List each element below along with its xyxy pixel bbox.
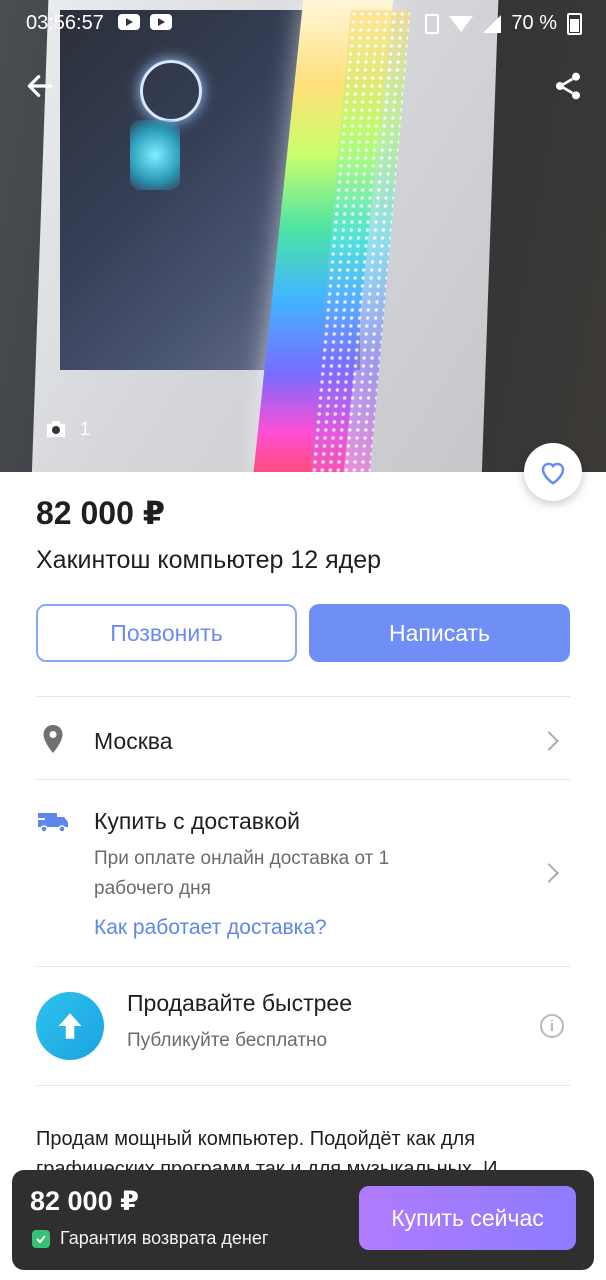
- wifi-icon: [449, 15, 474, 32]
- listing-title: Хакинтош компьютер 12 ядер: [36, 546, 382, 574]
- call-button[interactable]: Позвонить: [36, 604, 297, 662]
- delivery-title: Купить с доставкой: [94, 808, 300, 834]
- youtube-notification-icon: [150, 14, 172, 30]
- chevron-right-icon[interactable]: [539, 863, 559, 883]
- delivery-description: При оплате онлайн доставка от 1 рабочего…: [94, 848, 390, 899]
- location-row[interactable]: Москва: [36, 708, 570, 772]
- camera-icon: [47, 421, 65, 437]
- back-button[interactable]: [24, 70, 56, 102]
- divider: [36, 696, 570, 697]
- arrow-up-icon: [58, 1013, 82, 1039]
- promo-subtitle: Публикуйте бесплатно: [127, 1030, 328, 1051]
- bottom-purchase-bar: 82 000 ₽ Гарантия возврата денег Купить …: [12, 1170, 594, 1270]
- chevron-right-icon: [539, 731, 559, 751]
- listing-photo[interactable]: [0, 0, 606, 472]
- divider: [36, 966, 570, 967]
- heart-icon: [541, 462, 565, 485]
- buy-now-button[interactable]: Купить сейчас: [359, 1186, 576, 1250]
- write-button[interactable]: Написать: [309, 604, 570, 662]
- favorite-button[interactable]: [524, 443, 582, 501]
- vibrate-icon: [425, 13, 440, 34]
- shield-check-icon: [32, 1229, 50, 1248]
- promo-title[interactable]: Продавайте быстрее: [127, 990, 352, 1017]
- photo-count: 1: [80, 418, 91, 439]
- promo-badge: [36, 992, 104, 1060]
- signal-icon: [483, 14, 502, 33]
- map-pin-icon: [43, 725, 63, 753]
- truck-icon: [36, 813, 68, 833]
- info-icon[interactable]: i: [540, 1014, 564, 1038]
- bottom-price: 82 000 ₽: [30, 1186, 139, 1216]
- location-city: Москва: [94, 728, 173, 754]
- pc-fan-ring: [140, 60, 202, 122]
- status-bar: 03:56:57 70 %: [0, 0, 606, 46]
- divider: [36, 1085, 570, 1086]
- arrow-left-icon: [27, 75, 53, 97]
- battery-icon: [567, 12, 582, 35]
- status-time: 03:56:57: [26, 12, 104, 34]
- status-indicators: 70 %: [425, 12, 582, 35]
- pc-cooler-glow: [130, 120, 180, 190]
- delivery-info-link[interactable]: Как работает доставка?: [94, 916, 327, 940]
- photo-counter: 1: [44, 418, 90, 440]
- guarantee-text: Гарантия возврата денег: [60, 1228, 269, 1248]
- youtube-notification-icon: [118, 14, 140, 30]
- share-icon: [556, 72, 580, 100]
- guarantee-label: Гарантия возврата денег: [32, 1228, 268, 1249]
- share-button[interactable]: [552, 70, 584, 102]
- divider: [36, 779, 570, 780]
- listing-price: 82 000 ₽: [36, 495, 166, 531]
- battery-percent: 70 %: [511, 12, 557, 34]
